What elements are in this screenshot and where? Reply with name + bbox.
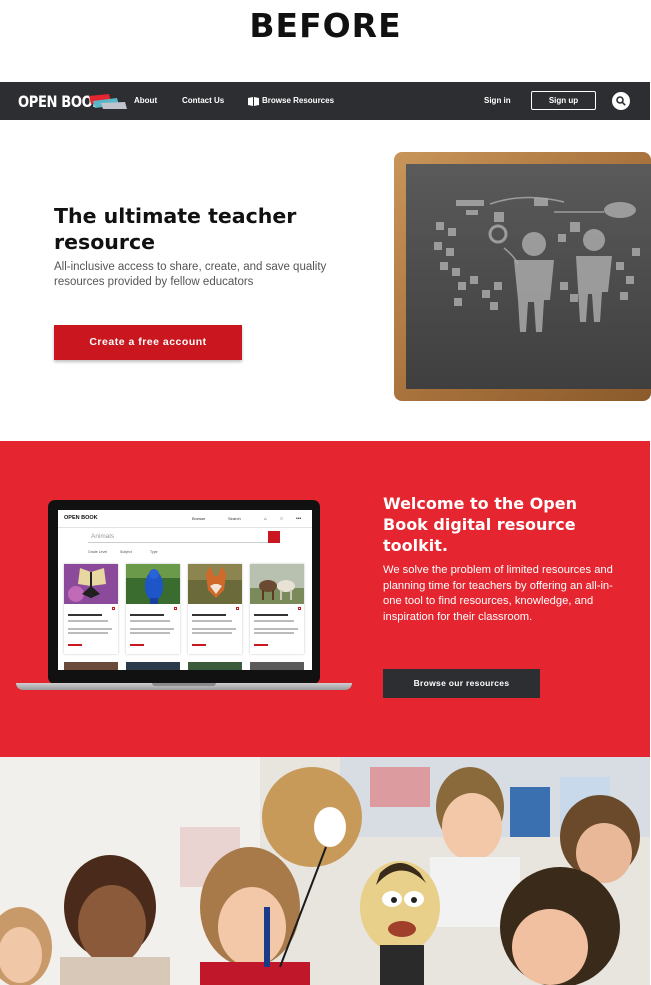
logo-text: OPEN BOOK (18, 91, 103, 111)
classroom-photo (0, 757, 650, 985)
mini-bell-icon: ○ (280, 516, 284, 522)
browse-resources-button[interactable]: Browse our resources (383, 669, 540, 698)
welcome-title: Welcome to the Open Book digital resourc… (383, 494, 577, 555)
mini-nav: OPEN BOOK Browse Search ⌂ ○ ••• (58, 510, 312, 528)
sign-in-link[interactable]: Sign in (484, 82, 511, 120)
mini-search-link: Search (228, 516, 241, 521)
logo-book-mark-icon (89, 94, 127, 109)
nav-contact-link[interactable]: Contact Us (182, 82, 224, 120)
mini-browse-link: Browse (192, 516, 206, 521)
before-label: BEFORE (249, 6, 402, 45)
mini-search-field: Animals (88, 531, 268, 543)
macaw-thumbnail (126, 564, 180, 604)
laptop-notch (152, 683, 216, 686)
open-book-icon (248, 96, 259, 106)
mini-card-row2 (250, 662, 304, 670)
mini-card-row2 (188, 662, 242, 670)
butterfly-thumbnail (64, 564, 118, 604)
mini-card-butterfly (64, 564, 118, 654)
welcome-body: We solve the problem of limited resource… (383, 564, 613, 624)
mini-home-icon: ⌂ (264, 516, 268, 522)
mini-logo: OPEN BOOK (64, 515, 98, 521)
horses-thumbnail (250, 564, 304, 604)
search-button[interactable] (612, 92, 630, 110)
mini-more-icon: ••• (296, 516, 302, 522)
hero-subtitle: All-inclusive access to share, create, a… (54, 261, 327, 288)
mini-card-row2 (64, 662, 118, 670)
mini-search-button (268, 531, 280, 543)
laptop-screen-preview: OPEN BOOK Browse Search ⌂ ○ ••• Animals … (58, 510, 312, 670)
mini-filter-subject: Subject (120, 550, 132, 554)
sign-up-button[interactable]: Sign up (531, 91, 596, 110)
mini-card-macaw (126, 564, 180, 654)
search-icon (616, 96, 626, 106)
chalkboard-illustration (394, 152, 651, 401)
nav-about-link[interactable]: About (134, 82, 157, 120)
fox-thumbnail (188, 564, 242, 604)
mini-card-fox (188, 564, 242, 654)
mini-filter-grade: Grade Level (88, 550, 108, 554)
mini-filter-type: Type (150, 550, 158, 554)
logo[interactable]: OPEN BOOK (18, 90, 127, 112)
hero-title: The ultimate teacher resource (54, 204, 297, 254)
mini-card-row2 (126, 662, 180, 670)
create-account-button[interactable]: Create a free account (54, 325, 242, 360)
mini-card-horses (250, 564, 304, 654)
nav-browse-label: Browse Resources (262, 96, 335, 105)
nav-browse-resources-link[interactable]: Browse Resources (248, 82, 334, 120)
